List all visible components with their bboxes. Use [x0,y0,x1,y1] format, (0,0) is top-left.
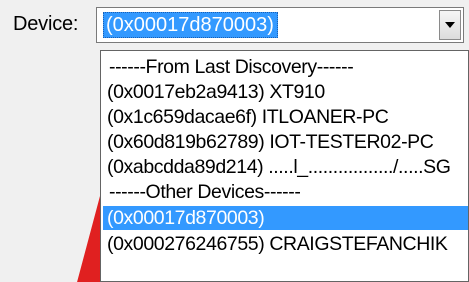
device-combobox-value-area[interactable]: (0x00017d870003) [103,12,278,38]
device-label: Device: [13,13,79,35]
dropdown-option-device[interactable]: (0x60d819b62789) IOT-TESTER02-PC [103,130,468,154]
group-header-last-discovery: ------From Last Discovery------ [109,56,354,78]
dropdown-option-partial[interactable] [103,257,468,277]
chevron-down-icon [445,21,455,28]
device-combobox[interactable]: (0x00017d870003) [96,7,464,43]
dropdown-option-device[interactable]: (0x1c659dacae6f) ITLOANER-PC [103,105,468,129]
dropdown-option-device[interactable]: (0x0017eb2a9413) XT910 [103,80,468,104]
device-dropdown-list[interactable]: ------From Last Discovery------ (0x0017e… [100,50,469,282]
dropdown-option-device[interactable]: (0x000276246755) CRAIGSTEFANCHIK [103,232,468,256]
device-selected-value: (0x00017d870003) [103,12,278,38]
dropdown-toggle-button[interactable] [439,10,461,40]
dropdown-option-selected[interactable]: (0x00017d870003) [103,206,468,230]
group-header-other-devices: ------Other Devices------ [109,181,301,203]
dropdown-option-device[interactable]: (0xabcdda89d214) .....l_................… [103,155,468,179]
device-selector-window: Device: (0x00017d870003) ------From Last… [0,0,469,282]
